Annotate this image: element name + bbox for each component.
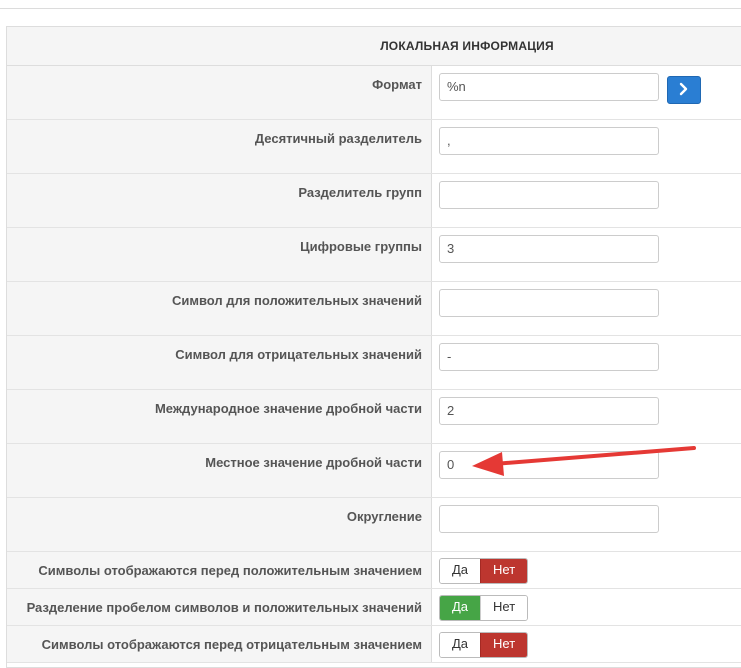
local-frac-digits-input[interactable]: 0 [439,451,659,479]
pos-sep-by-space-toggle: Да Нет [439,595,529,621]
row-rounding: Округление [7,498,741,552]
format-label: Формат [7,66,432,119]
negative-sign-label: Символ для отрицательных значений [7,336,432,389]
row-digit-groups: Цифровые группы 3 [7,228,741,282]
row-neg-cs-precedes: Символы отображаются перед отрицательным… [7,626,741,663]
top-divider [0,8,741,9]
intl-frac-digits-input[interactable]: 2 [439,397,659,425]
decimal-separator-input[interactable]: , [439,127,659,155]
positive-sign-input[interactable] [439,289,659,317]
local-frac-digits-label: Местное значение дробной части [7,444,432,497]
intl-frac-digits-label: Международное значение дробной части [7,390,432,443]
neg-cs-precedes-yes[interactable]: Да [440,633,481,657]
section-title: ЛОКАЛЬНАЯ ИНФОРМАЦИЯ [380,39,554,53]
chevron-right-icon [679,82,687,96]
pos-sep-by-space-no[interactable]: Нет [480,596,528,620]
neg-cs-precedes-toggle: Да Нет [439,632,529,658]
format-go-button[interactable] [666,76,701,104]
pos-cs-precedes-toggle: Да Нет [439,558,529,584]
pos-sep-by-space-label: Разделение пробелом символов и положител… [7,589,432,625]
group-separator-input[interactable] [439,181,659,209]
pos-cs-precedes-no[interactable]: Нет [480,559,528,583]
format-input[interactable]: %n [439,73,659,101]
row-positive-sign: Символ для положительных значений [7,282,741,336]
digit-groups-input[interactable]: 3 [439,235,659,263]
row-intl-frac-digits: Международное значение дробной части 2 [7,390,741,444]
pos-cs-precedes-yes[interactable]: Да [440,559,481,583]
row-pos-cs-precedes: Символы отображаются перед положительным… [7,552,741,589]
rounding-label: Округление [7,498,432,551]
negative-sign-input[interactable]: - [439,343,659,371]
neg-cs-precedes-no[interactable]: Нет [480,633,528,657]
row-negative-sign: Символ для отрицательных значений - [7,336,741,390]
row-decimal-separator: Десятичный разделитель , [7,120,741,174]
row-pos-sep-by-space: Разделение пробелом символов и положител… [7,589,741,626]
group-separator-label: Разделитель групп [7,174,432,227]
row-local-frac-digits: Местное значение дробной части 0 [7,444,741,498]
rounding-input[interactable] [439,505,659,533]
format-cell: %n [432,66,741,119]
pos-cs-precedes-label: Символы отображаются перед положительным… [7,552,432,588]
positive-sign-label: Символ для положительных значений [7,282,432,335]
row-group-separator: Разделитель групп [7,174,741,228]
digit-groups-label: Цифровые группы [7,228,432,281]
decimal-separator-label: Десятичный разделитель [7,120,432,173]
locale-info-panel: ЛОКАЛЬНАЯ ИНФОРМАЦИЯ Формат %n Десятичны… [6,26,741,668]
row-format: Формат %n [7,66,741,120]
pos-sep-by-space-yes[interactable]: Да [440,596,481,620]
neg-cs-precedes-label: Символы отображаются перед отрицательным… [7,626,432,662]
section-header: ЛОКАЛЬНАЯ ИНФОРМАЦИЯ [7,27,741,66]
